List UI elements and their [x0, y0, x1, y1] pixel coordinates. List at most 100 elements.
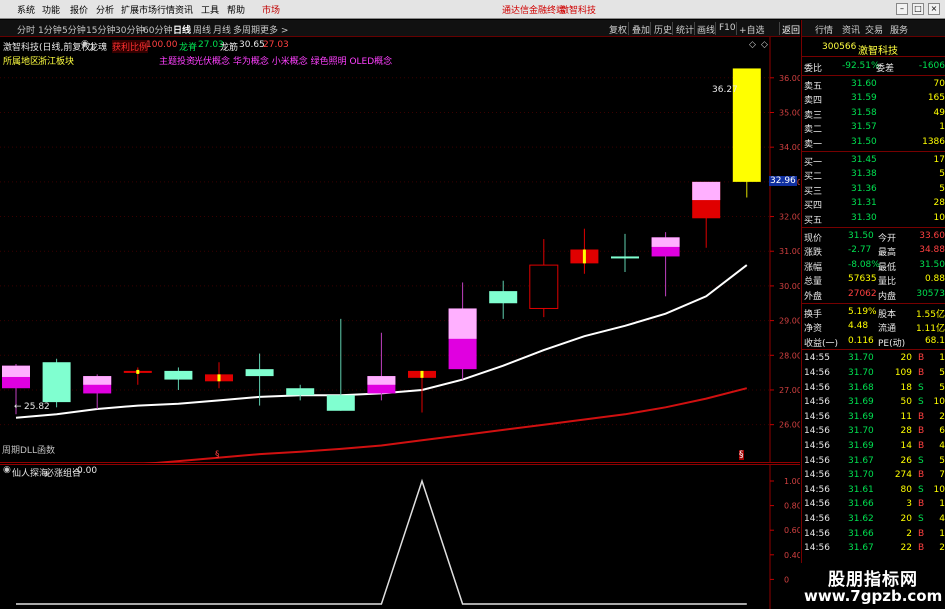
bid-row[interactable]: 买四 31.31 28: [802, 196, 945, 211]
ask-row[interactable]: 卖三 31.58 49: [802, 106, 945, 121]
tick-direction: S: [918, 514, 924, 524]
current-price-tag: 32.96: [769, 176, 797, 186]
menu-news[interactable]: 资讯: [175, 3, 193, 16]
period-daily[interactable]: 日线: [173, 23, 191, 36]
tick-row[interactable]: 14:56 31.68 18 S 5: [802, 381, 945, 396]
minimize-icon[interactable]: –: [896, 3, 908, 15]
menu-analysis[interactable]: 分析: [96, 3, 114, 16]
bid-volume: 5: [939, 169, 945, 180]
period-weekly[interactable]: 周线: [193, 23, 211, 36]
tick-row[interactable]: 14:56 31.69 11 B 2: [802, 410, 945, 425]
candle-body-highlight: [367, 376, 396, 385]
tick-count: 6: [939, 426, 945, 437]
sub-background: [0, 464, 800, 609]
period-30min[interactable]: 30分钟: [115, 23, 144, 36]
tab-news[interactable]: 资讯: [842, 23, 860, 36]
tick-count: 2: [939, 543, 945, 554]
candle-signal-stripe: [217, 374, 221, 382]
menu-quote[interactable]: 报价: [70, 3, 88, 16]
tick-row[interactable]: 14:56 31.67 26 S 5: [802, 454, 945, 469]
menu-extended-market[interactable]: 扩展市场行情: [121, 3, 175, 16]
stat-row: 涨跌 -2.77 最高 34.88: [802, 243, 945, 258]
diamond-icon[interactable]: ◇: [749, 40, 756, 50]
tick-row[interactable]: 14:55 31.70 20 B 1: [802, 351, 945, 366]
tick-row[interactable]: 14:56 31.70 28 B 6: [802, 424, 945, 439]
tick-volume: 50: [900, 397, 912, 408]
sub-indicator-settings-icon[interactable]: ◉: [3, 465, 11, 475]
stat-value: 57635: [848, 274, 877, 285]
toolbar-history[interactable]: 历史: [654, 23, 672, 36]
sub-indicator-svg[interactable]: 1.000.800.600.400.20: [0, 464, 802, 609]
stat-label: 换手: [804, 309, 823, 320]
kline-chart-panel[interactable]: 26.0027.0028.0029.0030.0031.0032.0033.00…: [0, 37, 802, 476]
tick-row[interactable]: 14:56 31.66 2 B 1: [802, 527, 945, 542]
tab-service[interactable]: 服务: [890, 23, 908, 36]
bid-label: 买三: [804, 186, 823, 197]
tick-count: 2: [939, 411, 945, 422]
ask-row[interactable]: 卖二 31.57 1: [802, 120, 945, 135]
kline-chart-svg[interactable]: 26.0027.0028.0029.0030.0031.0032.0033.00…: [0, 37, 802, 476]
toolbar-overlay[interactable]: 叠加: [632, 23, 650, 36]
period-monthly[interactable]: 月线: [213, 23, 231, 36]
toolbar-divider: [715, 22, 716, 35]
bid-price: 31.38: [851, 169, 877, 180]
tab-quote[interactable]: 行情: [815, 23, 833, 36]
sub-indicator-name: 仙人探海: [12, 469, 49, 479]
toolbar-adjust[interactable]: 复权: [609, 23, 627, 36]
tick-row[interactable]: 14:56 31.66 3 B 1: [802, 497, 945, 512]
menu-help[interactable]: 帮助: [227, 3, 245, 16]
stat-value: 31.50: [848, 230, 874, 241]
menu-market[interactable]: 市场: [262, 3, 280, 16]
tick-row[interactable]: 14:56 31.62 20 S 4: [802, 512, 945, 527]
toolbar-divider: [672, 22, 673, 35]
menu-system[interactable]: 系统: [17, 3, 35, 16]
tick-price: 31.66: [848, 499, 874, 510]
toolbar-f10[interactable]: F10: [719, 23, 736, 33]
bid-row[interactable]: 买三 31.36 5: [802, 182, 945, 197]
period-15min[interactable]: 15分钟: [86, 23, 115, 36]
close-icon[interactable]: ×: [928, 3, 940, 15]
tick-row[interactable]: 14:56 31.69 50 S 10: [802, 395, 945, 410]
tick-row[interactable]: 14:56 31.61 80 S 10: [802, 483, 945, 498]
tick-volume: 18: [900, 382, 912, 393]
ask-row[interactable]: 卖五 31.60 70: [802, 77, 945, 92]
period-5min[interactable]: 5分钟: [62, 23, 86, 36]
period-intraday[interactable]: 分时: [17, 23, 35, 36]
ask-label: 卖三: [804, 110, 823, 121]
toolbar-draw[interactable]: 画线: [697, 23, 715, 36]
period-1min[interactable]: 1分钟: [38, 23, 62, 36]
toolbar-back[interactable]: 返回: [782, 23, 800, 36]
quote-panel: 行情 资讯 交易 服务 300566 激智科技 委比 -92.51% 委差 -1606…: [801, 20, 945, 609]
ask-row[interactable]: 卖四 31.59 165: [802, 91, 945, 106]
menu-bar: 系统 功能 报价 分析 扩展市场行情 资讯 工具 帮助 市场 通达信金融终端 激…: [0, 0, 945, 19]
toolbar-add-watchlist[interactable]: +自选: [739, 23, 765, 36]
diamond-icon[interactable]: ◇: [761, 40, 768, 50]
bid-row[interactable]: 买二 31.38 5: [802, 167, 945, 182]
tab-trade[interactable]: 交易: [865, 23, 883, 36]
menu-tools[interactable]: 工具: [201, 3, 219, 16]
ask-row[interactable]: 卖一 31.50 1386: [802, 135, 945, 150]
tick-row[interactable]: 14:56 31.70 274 B 7: [802, 468, 945, 483]
indicator-settings-icon[interactable]: ◉: [81, 39, 89, 49]
bid-row[interactable]: 买一 31.45 17: [802, 153, 945, 168]
stats-divider: [802, 226, 945, 228]
ask-price: 31.59: [851, 93, 877, 104]
period-more[interactable]: 更多 >: [260, 23, 288, 36]
tick-row[interactable]: 14:56 31.67 22 B 2: [802, 541, 945, 556]
tick-row[interactable]: 14:56 31.70 109 B 5: [802, 366, 945, 381]
bid-row[interactable]: 买五 31.30 10: [802, 211, 945, 226]
ask-volume: 70: [933, 78, 945, 89]
menu-function[interactable]: 功能: [42, 3, 60, 16]
period-60min[interactable]: 60分钟: [143, 23, 172, 36]
tick-row[interactable]: 14:56 31.69 14 B 4: [802, 439, 945, 454]
sub-y-tick-label: 0.40: [784, 551, 800, 560]
chart-background: [0, 37, 800, 463]
maximize-icon[interactable]: □: [912, 3, 924, 15]
period-multi[interactable]: 多周期: [233, 23, 260, 36]
region-separator: :: [33, 54, 37, 64]
tick-price: 31.69: [848, 441, 874, 451]
toolbar-stats[interactable]: 统计: [676, 23, 694, 36]
stat-label: 收益(一): [804, 338, 839, 349]
stock-code: 300566: [822, 42, 857, 52]
sub-indicator-panel[interactable]: 1.000.800.600.400.20 ◉ 仙人探海 必涨组合 : 0.00: [0, 464, 802, 609]
